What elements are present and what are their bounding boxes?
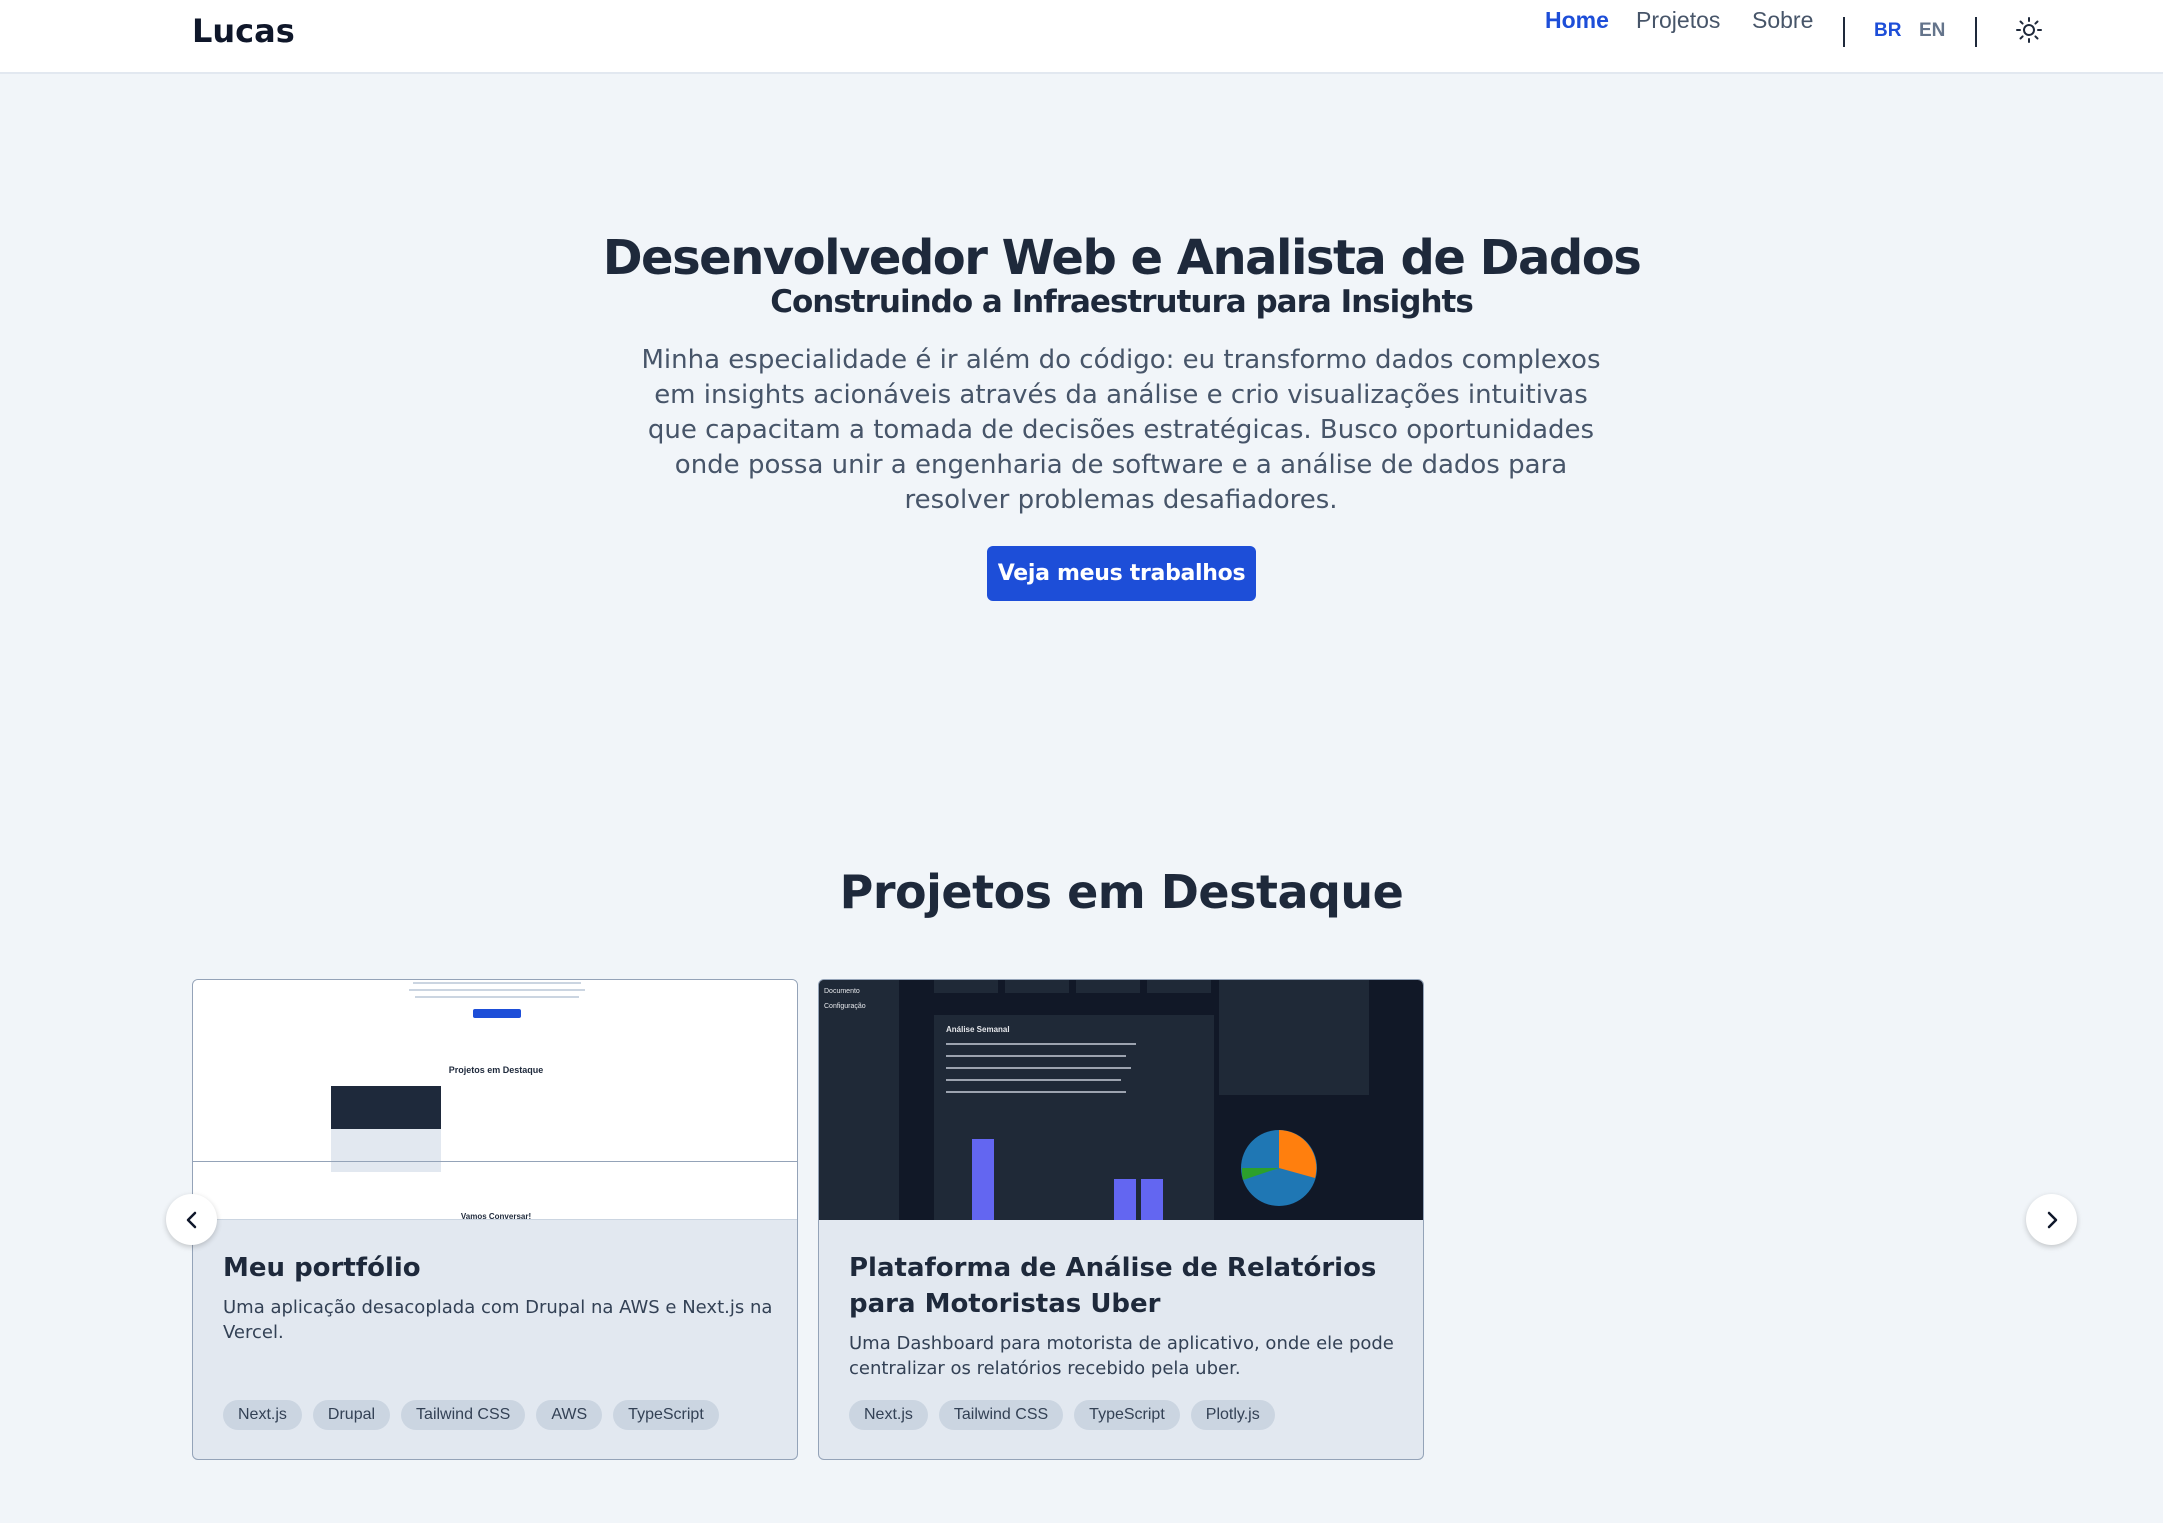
tech-tag: Next.js (849, 1400, 928, 1430)
tech-tag: AWS (536, 1400, 603, 1430)
nav-home-link[interactable]: Home (1545, 0, 1609, 40)
site-logo[interactable]: Lucas (192, 12, 295, 50)
thumbnail-panel-title: Análise Semanal (946, 1025, 1010, 1034)
nav-divider (1975, 17, 1977, 47)
nav-projetos-link[interactable]: Projetos (1636, 0, 1720, 40)
project-thumbnail[interactable]: Projetos em Destaque Vamos Conversar! (193, 980, 797, 1220)
thumbnail-sidebar-label: Configuração (824, 1003, 866, 1010)
hero-description: Minha especialidade é ir além do código:… (641, 345, 1601, 515)
view-work-button[interactable]: Veja meus trabalhos (987, 546, 1256, 601)
hero-title: Desenvolvedor Web e Analista de Dados (602, 230, 1642, 286)
tech-tag: Plotly.js (1190, 1400, 1275, 1430)
thumbnail-section-label: Projetos em Destaque (448, 1065, 544, 1075)
chevron-left-icon (186, 1211, 196, 1228)
hero-subtitle: Construindo a Infraestrutura para Insigh… (770, 284, 1474, 320)
thumbnail-sidebar-label: Documento (824, 988, 860, 995)
project-tags: Next.js Drupal Tailwind CSS AWS TypeScri… (223, 1400, 719, 1430)
carousel-prev-button[interactable] (166, 1194, 217, 1245)
tech-tag: Drupal (312, 1400, 391, 1430)
tech-tag: Tailwind CSS (938, 1400, 1064, 1430)
project-card[interactable]: Documento Configuração Análise Semanal P… (818, 979, 1424, 1460)
sun-icon[interactable] (2014, 15, 2044, 45)
project-card[interactable]: Projetos em Destaque Vamos Conversar! Me… (192, 979, 798, 1460)
project-title: Meu portfólio (223, 1253, 421, 1283)
lang-en-button[interactable]: EN (1919, 16, 1945, 46)
carousel-next-button[interactable] (2026, 1194, 2077, 1245)
chevron-right-icon (2047, 1211, 2057, 1228)
thumbnail-footer-label: Vamos Conversar! (460, 1212, 532, 1220)
project-description: Uma Dashboard para motorista de aplicati… (849, 1333, 1394, 1379)
nav-sobre-link[interactable]: Sobre (1752, 0, 1813, 40)
project-thumbnail[interactable]: Documento Configuração Análise Semanal (819, 980, 1423, 1220)
lang-br-button[interactable]: BR (1874, 16, 1901, 46)
nav-divider (1843, 17, 1845, 47)
tech-tag: TypeScript (613, 1400, 719, 1430)
site-header: Lucas Home Projetos Sobre BR EN (0, 0, 2163, 74)
tech-tag: TypeScript (1074, 1400, 1180, 1430)
project-title: Plataforma de Análise de Relatórios para… (849, 1253, 1377, 1319)
projects-section-title: Projetos em Destaque (839, 865, 1404, 919)
project-description: Uma aplicação desacoplada com Drupal na … (223, 1297, 773, 1343)
tech-tag: Tailwind CSS (401, 1400, 526, 1430)
project-tags: Next.js Tailwind CSS TypeScript Plotly.j… (849, 1400, 1275, 1430)
tech-tag: Next.js (223, 1400, 302, 1430)
